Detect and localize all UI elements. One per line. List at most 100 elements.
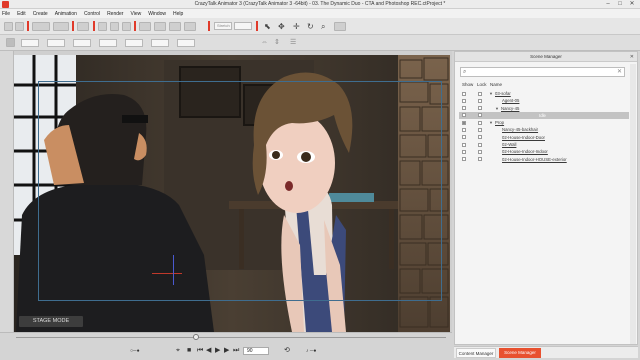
align-icon[interactable]: ☰ <box>290 38 296 47</box>
timeline-scrubber[interactable] <box>193 334 199 340</box>
show-checkbox[interactable] <box>462 106 466 111</box>
expand-arrow-icon[interactable]: ▼ <box>489 119 493 126</box>
position-x-field[interactable] <box>21 39 39 47</box>
tree-row[interactable]: Idle <box>459 111 629 120</box>
tree-row[interactable]: 02-House-Indoor-Indoor <box>459 148 629 155</box>
panel-scrollbar[interactable] <box>630 64 636 344</box>
play-icon[interactable]: ▶ <box>215 347 220 355</box>
new-project-button[interactable] <box>4 22 13 31</box>
next-frame-icon[interactable]: ▶ <box>224 347 229 355</box>
column-lock[interactable]: Lock <box>477 82 487 87</box>
stretch-field[interactable]: Stretch <box>214 22 232 30</box>
menu-file[interactable]: File <box>2 11 10 17</box>
column-name[interactable]: Name <box>490 82 502 87</box>
volume-icon[interactable]: ♪ ─● <box>306 347 316 355</box>
search-input[interactable]: ⌕ ✕ <box>460 67 625 77</box>
next-key-icon[interactable]: ⏭ <box>233 347 239 355</box>
stage-mode-label[interactable]: STAGE MODE <box>19 316 83 327</box>
face-button[interactable] <box>122 22 131 31</box>
loop-icon[interactable]: ⟲ <box>284 347 290 355</box>
lock-checkbox[interactable] <box>478 113 482 118</box>
zoom-tool-icon[interactable]: ⌕ <box>321 22 325 31</box>
depth-field[interactable] <box>151 39 169 47</box>
menu-create[interactable]: Create <box>33 11 48 17</box>
rotation-field[interactable] <box>125 39 143 47</box>
open-project-button[interactable] <box>15 22 24 31</box>
render-button[interactable] <box>184 22 196 31</box>
show-checkbox[interactable] <box>462 149 466 154</box>
lock-checkbox[interactable] <box>478 128 482 133</box>
select-tool-icon[interactable]: ⬉ <box>264 22 271 31</box>
hand-tool-icon[interactable]: ✥ <box>278 22 285 31</box>
prev-key-icon[interactable]: ⏮ <box>197 347 203 355</box>
lock-checkbox[interactable] <box>478 106 482 111</box>
show-checkbox[interactable] <box>462 113 466 118</box>
column-show[interactable]: Show <box>462 82 473 87</box>
speed-slider-icon[interactable]: ○─● <box>130 347 140 355</box>
tree-row[interactable]: Nancy-45-backhair <box>459 126 629 133</box>
tree-row[interactable]: ▼ 03-sofar <box>459 90 629 97</box>
menu-view[interactable]: View <box>130 11 141 17</box>
mirror-icon[interactable]: ⇕ <box>274 38 280 47</box>
sprite-button[interactable] <box>139 22 151 31</box>
show-checkbox[interactable] <box>462 157 466 162</box>
lock-checkbox[interactable] <box>478 157 482 162</box>
animation-mode-button[interactable] <box>53 22 69 31</box>
tree-row[interactable]: 02-House-Indoor-Door <box>459 134 629 141</box>
menu-animation[interactable]: Animation <box>55 11 77 17</box>
show-checkbox[interactable] <box>462 120 466 125</box>
stop-icon[interactable]: ■ <box>187 347 191 355</box>
move-tool-icon[interactable]: ✛ <box>293 22 300 31</box>
create-mode-button[interactable] <box>32 22 50 31</box>
lock-checkbox[interactable] <box>478 149 482 154</box>
view-options-button[interactable] <box>334 22 346 31</box>
menu-window[interactable]: Window <box>148 11 166 17</box>
lock-checkbox[interactable] <box>478 91 482 96</box>
menu-control[interactable]: Control <box>84 11 100 17</box>
lock-checkbox[interactable] <box>478 98 482 103</box>
rotate-tool-icon[interactable]: ↻ <box>307 22 314 31</box>
lock-checkbox[interactable] <box>478 142 482 147</box>
scale-y-field[interactable] <box>99 39 117 47</box>
menu-render[interactable]: Render <box>107 11 123 17</box>
stage-mode-button[interactable] <box>77 22 89 31</box>
opacity-field[interactable] <box>177 39 195 47</box>
tab-scene-manager[interactable]: Scene Manager <box>499 348 541 358</box>
transform-toggle-button[interactable] <box>6 38 15 47</box>
stage-canvas[interactable] <box>14 55 450 332</box>
tab-content-manager[interactable]: Content Manager <box>456 348 496 358</box>
value-field[interactable] <box>234 22 252 30</box>
show-checkbox[interactable] <box>462 142 466 147</box>
tree-row[interactable]: 02-Wall <box>459 141 629 148</box>
close-icon[interactable]: ✕ <box>630 52 634 62</box>
position-y-field[interactable] <box>47 39 65 47</box>
menu-edit[interactable]: Edit <box>17 11 26 17</box>
close-button[interactable]: ✕ <box>626 0 638 9</box>
bone-button[interactable] <box>154 22 166 31</box>
frame-input[interactable]: 90 <box>243 347 269 355</box>
lock-checkbox[interactable] <box>478 135 482 140</box>
tree-row[interactable]: 02-House-Indoor-HOUSE-exterior <box>459 156 629 163</box>
show-checkbox[interactable] <box>462 128 466 133</box>
menu-help[interactable]: Help <box>173 11 183 17</box>
clear-search-icon[interactable]: ✕ <box>617 68 622 77</box>
lock-checkbox[interactable] <box>478 120 482 125</box>
show-checkbox[interactable] <box>462 98 466 103</box>
tree-row[interactable]: ▼ Nancy-45 <box>459 105 629 112</box>
target-icon[interactable]: ⌖ <box>176 347 180 355</box>
expand-arrow-icon[interactable]: ▼ <box>489 90 493 97</box>
expand-arrow-icon[interactable]: ▼ <box>495 105 499 112</box>
timeline-track[interactable] <box>16 337 446 338</box>
motion-button[interactable] <box>110 22 119 31</box>
show-checkbox[interactable] <box>462 91 466 96</box>
morph-button[interactable] <box>169 22 181 31</box>
maximize-button[interactable]: □ <box>614 0 626 9</box>
prev-frame-icon[interactable]: ◀ <box>206 347 211 355</box>
scale-x-field[interactable] <box>73 39 91 47</box>
tree-row[interactable]: ▼ Prop <box>459 119 629 126</box>
actor-button[interactable] <box>98 22 107 31</box>
tree-row[interactable]: Agent-05 <box>459 97 629 104</box>
minimize-button[interactable]: – <box>602 0 614 9</box>
flip-icon[interactable]: ⇔ <box>261 38 268 47</box>
show-checkbox[interactable] <box>462 135 466 140</box>
